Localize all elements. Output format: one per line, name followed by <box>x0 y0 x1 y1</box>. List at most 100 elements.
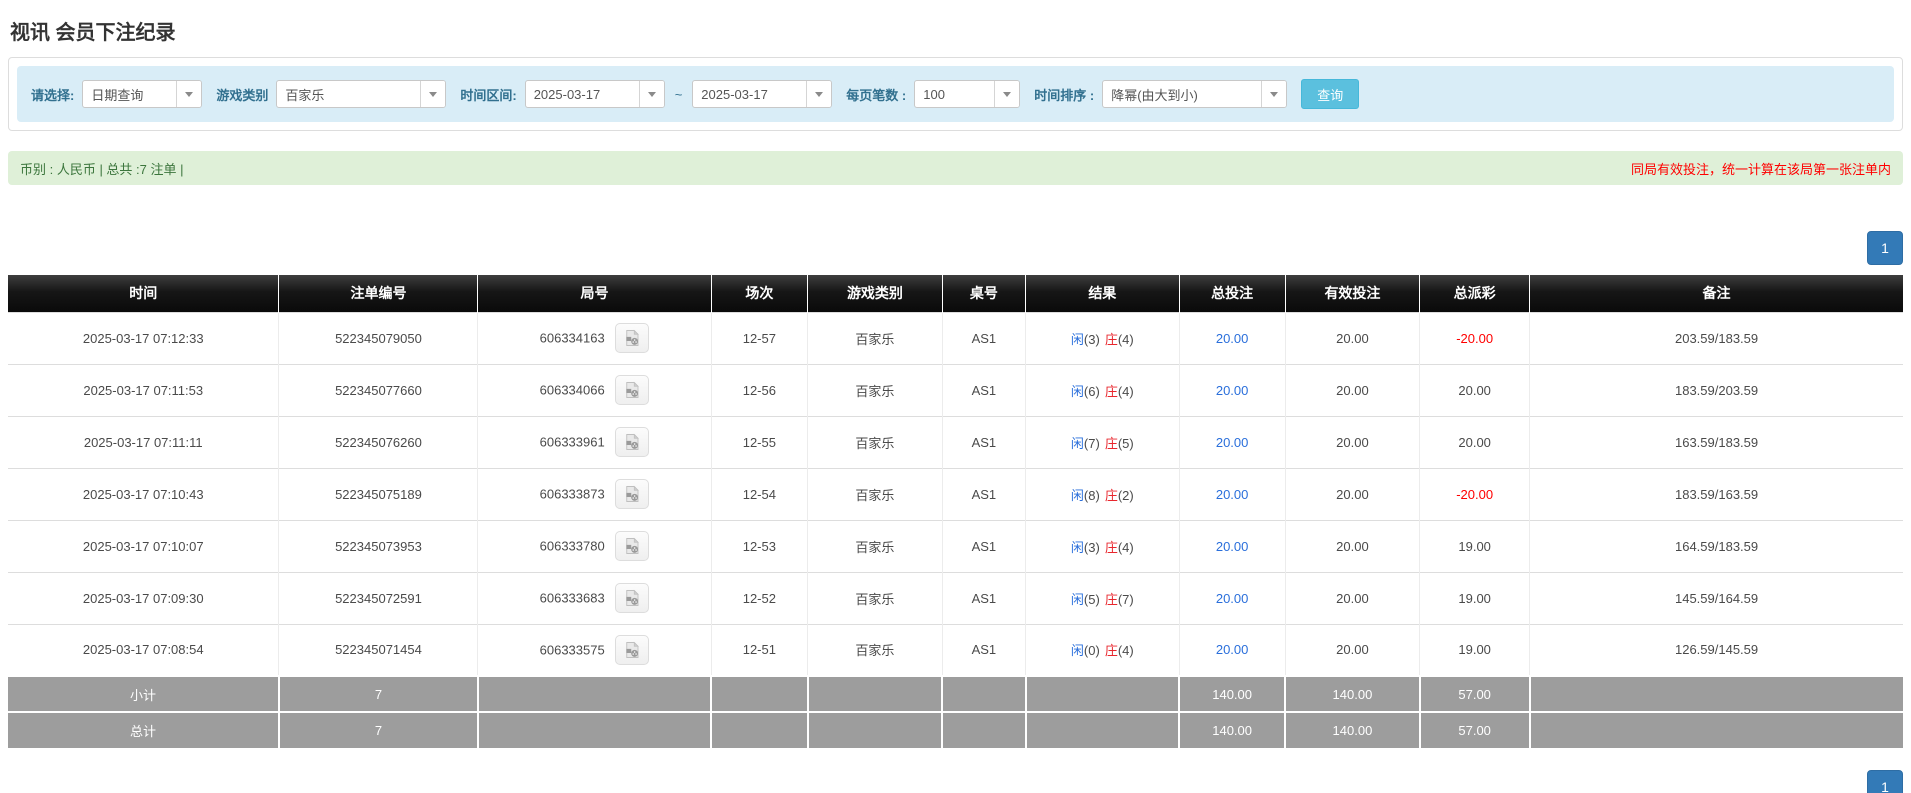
total-bet-cell: 20.00 <box>1178 519 1286 572</box>
payout: 20.00 <box>1419 363 1530 416</box>
valid-bet: 20.00 <box>1284 415 1420 468</box>
chevron-down-icon[interactable] <box>420 81 446 107</box>
date-to-picker[interactable]: 2025-03-17 <box>692 80 833 108</box>
subtotal-total-bet: 140.00 <box>1178 675 1286 712</box>
total-bet-cell: 20.00 <box>1178 311 1286 364</box>
total-bet-cell: 20.00 <box>1178 467 1286 520</box>
result-cell: 闲(6) 庄(4) <box>1025 363 1180 416</box>
subtotal-label: 小计 <box>8 675 279 712</box>
banker-score: (4) <box>1117 643 1134 659</box>
player-label: 闲 <box>1070 591 1084 607</box>
result-cell: 闲(0) 庄(4) <box>1025 623 1180 676</box>
player-score: (8) <box>1083 487 1100 503</box>
subtotal-valid-bet: 140.00 <box>1284 675 1420 712</box>
video-replay-icon <box>626 381 640 398</box>
total-bet-cell: 20.00 <box>1178 415 1286 468</box>
session: 12-52 <box>710 571 808 624</box>
header-table-no: 桌号 <box>941 275 1026 312</box>
player-score: (6) <box>1083 383 1100 399</box>
header-game-type: 游戏类别 <box>807 275 943 312</box>
game-type: 百家乐 <box>807 623 943 676</box>
chevron-down-icon[interactable] <box>806 81 832 107</box>
query-type-value: 日期查询 <box>91 87 144 103</box>
player-label: 闲 <box>1070 331 1084 347</box>
round-id: 606334163 <box>539 330 605 346</box>
video-replay-icon <box>626 485 640 502</box>
round-cell: 606333780 <box>477 519 712 572</box>
banker-score: (2) <box>1117 487 1134 503</box>
page-1-button[interactable]: 1 <box>1867 231 1903 265</box>
date-from-value: 2025-03-17 <box>533 86 601 102</box>
video-replay-button[interactable] <box>615 531 650 561</box>
video-replay-button[interactable] <box>615 634 650 665</box>
total-valid-bet: 140.00 <box>1284 711 1420 748</box>
game-type-dropdown[interactable]: 百家乐 <box>276 80 447 108</box>
game-type: 百家乐 <box>807 311 943 364</box>
banker-label: 庄 <box>1104 331 1118 347</box>
total-bet-link[interactable]: 20.00 <box>1216 591 1249 606</box>
chevron-down-icon[interactable] <box>994 81 1020 107</box>
date-from-picker[interactable]: 2025-03-17 <box>524 80 665 108</box>
bet-id: 522345072591 <box>278 571 478 624</box>
total-bet-link[interactable]: 20.00 <box>1216 435 1249 450</box>
chevron-down-icon[interactable] <box>638 81 664 107</box>
chevron-down-icon[interactable] <box>1261 81 1287 107</box>
bet-time: 2025-03-17 07:11:53 <box>8 363 279 416</box>
total-bet-link[interactable]: 20.00 <box>1216 539 1249 554</box>
bet-time: 2025-03-17 07:09:30 <box>8 571 279 624</box>
per-page-dropdown[interactable]: 100 <box>914 80 1021 108</box>
sort-order-label: 时间排序 : <box>1034 87 1095 103</box>
game-type-value: 百家乐 <box>285 87 325 103</box>
page-title: 视讯 会员下注纪录 <box>10 22 176 44</box>
table-no: AS1 <box>941 311 1026 364</box>
date-range-separator: ~ <box>674 86 683 102</box>
video-replay-button[interactable] <box>615 375 650 405</box>
payout: -20.00 <box>1419 467 1530 520</box>
banker-score: (4) <box>1117 539 1134 555</box>
round-id: 606334066 <box>539 382 605 398</box>
video-replay-icon <box>626 329 640 346</box>
video-replay-button[interactable] <box>615 479 650 509</box>
header-result: 结果 <box>1025 275 1180 312</box>
video-replay-icon <box>626 589 640 606</box>
pagination-top: 1 <box>8 231 1903 265</box>
video-replay-button[interactable] <box>615 323 650 353</box>
table-row: 2025-03-17 07:09:30 522345072591 6063336… <box>8 571 1903 624</box>
payout: 19.00 <box>1419 571 1530 624</box>
total-total-bet: 140.00 <box>1178 711 1286 748</box>
chevron-down-icon[interactable] <box>176 81 202 107</box>
banker-label: 庄 <box>1104 591 1118 607</box>
bet-id: 522345073953 <box>278 519 478 572</box>
total-bet-link[interactable]: 20.00 <box>1216 642 1249 657</box>
video-replay-button[interactable] <box>615 427 650 457</box>
query-type-dropdown[interactable]: 日期查询 <box>82 80 203 108</box>
table-no: AS1 <box>941 571 1026 624</box>
total-bet-link[interactable]: 20.00 <box>1216 383 1249 398</box>
total-bet-link[interactable]: 20.00 <box>1216 487 1249 502</box>
round-cell: 606333683 <box>477 571 712 624</box>
search-button[interactable]: 查询 <box>1301 79 1360 109</box>
video-replay-icon <box>626 537 640 554</box>
table-row: 2025-03-17 07:12:33 522345079050 6063341… <box>8 311 1903 364</box>
video-replay-button[interactable] <box>615 583 650 613</box>
bet-time: 2025-03-17 07:12:33 <box>8 311 279 364</box>
result-cell: 闲(3) 庄(4) <box>1025 311 1180 364</box>
subtotal-row: 小计 7 140.00 140.00 57.00 <box>8 675 1903 712</box>
total-count: 7 <box>277 711 478 748</box>
banker-score: (5) <box>1117 435 1134 451</box>
header-round-id: 局号 <box>477 275 712 312</box>
round-id: 606333873 <box>539 486 605 502</box>
valid-bet: 20.00 <box>1284 623 1420 676</box>
player-score: (3) <box>1083 331 1100 347</box>
player-score: (5) <box>1083 591 1100 607</box>
bet-id: 522345071454 <box>278 623 478 676</box>
page-1-button[interactable]: 1 <box>1867 770 1903 793</box>
game-type: 百家乐 <box>807 415 943 468</box>
header-valid-bet: 有效投注 <box>1284 275 1420 312</box>
total-bet-link[interactable]: 20.00 <box>1216 331 1249 346</box>
select-type-label: 请选择: <box>31 87 75 103</box>
bet-id: 522345079050 <box>278 311 478 364</box>
round-cell: 606333575 <box>477 623 712 676</box>
sort-order-dropdown[interactable]: 降幂(由大到小) <box>1102 80 1288 108</box>
table-header-row: 时间 注单编号 局号 场次 游戏类别 桌号 结果 总投注 有效投注 总派彩 备注 <box>8 275 1903 312</box>
